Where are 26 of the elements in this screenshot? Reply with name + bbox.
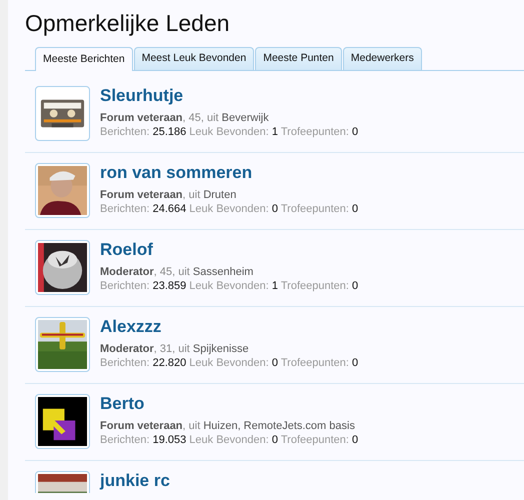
page-title: Opmerkelijke Leden	[25, 9, 231, 38]
member-stats: Berichten: 25.186 Leuk Bevonden: 1 Trofeepunten: 0	[100, 125, 358, 139]
member-details: Forum veteraan, uit Huizen, RemoteJets.com basis	[100, 419, 356, 433]
avatar-frame[interactable]	[35, 394, 90, 449]
member-name-link[interactable]: Berto	[100, 393, 358, 415]
member-stats: Berichten: 19.053 Leuk Bevonden: 0 Trofeepunten: 0	[100, 433, 358, 447]
member-name-link[interactable]: Alexzzz	[100, 316, 358, 338]
avatar-frame[interactable]	[35, 317, 90, 372]
member-name-link[interactable]: Sleurhutje	[100, 85, 358, 107]
avatar-frame[interactable]	[35, 86, 90, 141]
avatar-frame[interactable]	[35, 163, 90, 218]
member-details: Forum veteraan, 45, uit Beverwijk	[100, 111, 270, 125]
tab[interactable]: Meeste Punten	[255, 47, 342, 70]
tab[interactable]: Medewerkers	[342, 47, 422, 70]
member-details: Moderator, 45, uit Sassenheim	[100, 265, 254, 279]
member-stats: Berichten: 24.664 Leuk Bevonden: 0 Trofeepunten: 0	[100, 202, 358, 216]
member-details: Moderator, 31, uit Spijkenisse	[100, 342, 250, 356]
member-name-link[interactable]: ron van sommeren	[100, 162, 358, 184]
member-stats: Berichten: 22.820 Leuk Bevonden: 0 Trofeepunten: 0	[100, 356, 358, 370]
tab[interactable]: Meeste Berichten	[35, 47, 133, 71]
tab[interactable]: Meest Leuk Bevonden	[134, 47, 254, 70]
member-details: Forum veteraan, uit Druten	[100, 188, 238, 202]
avatar-frame[interactable]	[35, 240, 90, 295]
member-name-link[interactable]: Roelof	[100, 239, 358, 261]
member-stats: Berichten: 23.859 Leuk Bevonden: 1 Trofeepunten: 0	[100, 279, 358, 293]
member-name-link[interactable]: junkie rc	[100, 470, 170, 492]
